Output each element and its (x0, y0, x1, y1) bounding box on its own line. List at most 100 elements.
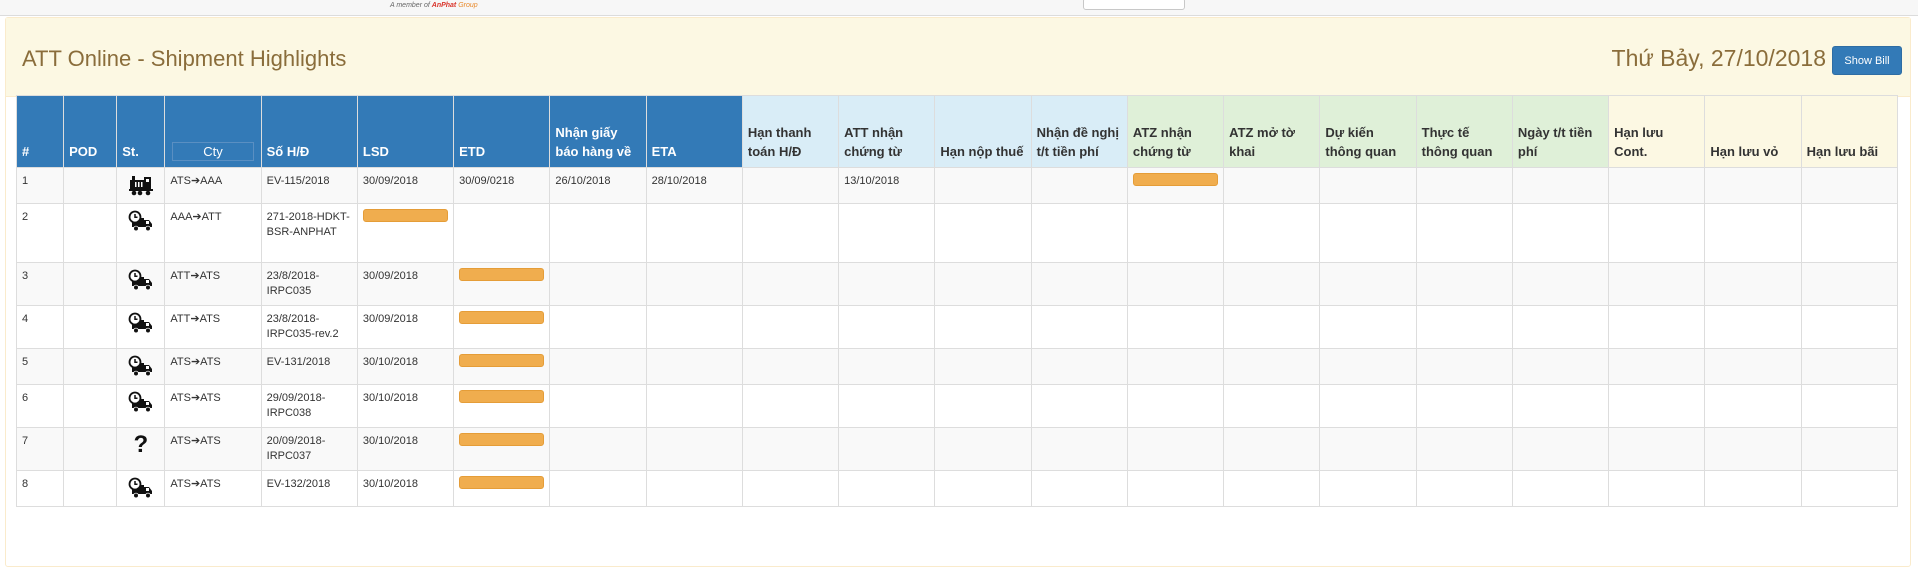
cell-value: EV-115/2018 (266, 175, 330, 187)
cell-han-cont (1608, 427, 1706, 471)
table-row[interactable]: 8 ATS➔ATS EV-132/2018 30/10/2018 (15, 470, 1899, 507)
cell-cty: AAA➔ATT (164, 203, 262, 263)
cell-du-kien (1319, 167, 1417, 204)
column-header-lsd[interactable]: LSD (356, 95, 455, 168)
cell-thuc-te (1415, 427, 1513, 471)
cell-thuc-te (1415, 470, 1513, 507)
show-bill-button[interactable]: Show Bill (1832, 46, 1902, 75)
cell-thuc-te (1415, 262, 1513, 306)
status-cell (116, 203, 166, 263)
cell-value: 30/10/2018 (362, 392, 418, 404)
cell-atz-mo (1223, 427, 1321, 471)
table-row[interactable]: 3 ATT➔ATS 23/8/2018-IRPC035 30/09/2018 (15, 262, 1899, 306)
cell-nhan-de-nghi (1030, 470, 1128, 507)
cell-han-nop (934, 470, 1032, 507)
column-header-etd[interactable]: ETD (453, 95, 551, 168)
cell-han-vo (1704, 427, 1802, 471)
table-row[interactable]: 4 ATT➔ATS 23/8/2018-IRPC035-rev.2 30/09/201… (15, 305, 1899, 349)
pending-bar (459, 311, 545, 324)
cell-han-vo (1704, 167, 1802, 204)
cell-value: 30/10/2018 (362, 356, 418, 368)
column-header-atz-nhan[interactable]: ATZ nhận chứng từ (1126, 95, 1225, 168)
table-row[interactable]: 5 ATS➔ATS EV-131/2018 30/10/2018 (15, 348, 1899, 385)
cell-no: 5 (15, 348, 65, 385)
cell-thuc-te (1415, 348, 1513, 385)
cell-cty: ATT➔ATS (164, 262, 262, 306)
column-header-pod[interactable]: POD (63, 95, 118, 168)
column-header-han-cont[interactable]: Hạn lưu Cont. (1608, 95, 1706, 168)
column-header-so-hd[interactable]: Số H/Đ (260, 95, 358, 168)
column-header-label: ATT nhận chứng từ (844, 125, 904, 159)
truck-clock-icon (122, 391, 159, 413)
cell-du-kien (1319, 470, 1417, 507)
table-row[interactable]: 2 AAA➔ATT 271-2018-HDKT-BSR-ANPHAT (15, 203, 1899, 263)
cell-att-nhan (838, 262, 936, 306)
column-header-no[interactable]: # (15, 95, 65, 168)
truck-clock-icon (122, 210, 159, 232)
cell-value: 26/10/2018 (555, 175, 611, 187)
column-header-han-nop[interactable]: Hạn nộp thuế (934, 95, 1032, 168)
cell-no: 2 (15, 203, 65, 263)
cell-ngay-tt (1511, 348, 1610, 385)
cell-cty: ATS➔ATS (164, 470, 262, 507)
tagline-prefix: A member of (390, 2, 432, 9)
cty-filter-label[interactable]: Cty (172, 142, 254, 161)
cell-atz-mo (1223, 384, 1321, 428)
column-header-ngay-tt[interactable]: Ngày t/t tiền phí (1511, 95, 1610, 168)
cell-so-hd: EV-115/2018 (260, 167, 358, 204)
top-search-input[interactable] (1083, 0, 1185, 10)
table-row[interactable]: 6 ATS➔ATS 29/09/2018-IRPC038 30/10/2018 (15, 384, 1899, 428)
cell-etd (453, 203, 551, 263)
column-header-label: Số H/Đ (266, 144, 310, 159)
truck-clock-icon (122, 477, 159, 499)
cell-nhan-giay (549, 203, 647, 263)
cell-atz-mo (1223, 348, 1321, 385)
cell-no: 1 (15, 167, 65, 204)
cell-han-nop (934, 384, 1032, 428)
cell-han-cont (1608, 470, 1706, 507)
column-header-han-vo[interactable]: Hạn lưu vỏ (1704, 95, 1802, 168)
cell-nhan-de-nghi (1030, 262, 1128, 306)
cell-eta (645, 348, 743, 385)
column-header-han-bai[interactable]: Hạn lưu bãi (1800, 95, 1899, 168)
cell-atz-nhan (1126, 384, 1225, 428)
column-header-att-nhan[interactable]: ATT nhận chứng từ (838, 95, 936, 168)
cell-value: 5 (22, 356, 29, 368)
column-header-eta[interactable]: ETA (645, 95, 743, 168)
cell-atz-nhan (1126, 348, 1225, 385)
cell-han-bai (1800, 348, 1899, 385)
cell-lsd: 30/09/2018 (356, 262, 455, 306)
cell-ngay-tt (1511, 203, 1610, 263)
column-header-atz-mo[interactable]: ATZ mở tờ khai (1223, 95, 1321, 168)
table-row[interactable]: 7? ATS➔ATS 20/09/2018-IRPC037 30/10/2018 (15, 427, 1899, 471)
column-header-du-kien[interactable]: Dự kiến thông quan (1319, 95, 1417, 168)
column-header-nhan-giay[interactable]: Nhận giấy báo hàng về (549, 95, 647, 168)
column-header-label: St. (122, 144, 139, 159)
column-header-cty[interactable]: Cty (164, 95, 262, 168)
cell-han-nop (934, 305, 1032, 349)
cell-eta (645, 427, 743, 471)
pending-bar (1132, 173, 1219, 186)
column-header-label: Hạn thanh toán H/Đ (747, 125, 812, 159)
column-header-label: Thực tế thông quan (1421, 125, 1493, 159)
cell-value: ATT➔ATS (170, 270, 221, 282)
cell-cty: ATS➔AAA (164, 167, 262, 204)
pending-bar (459, 390, 545, 403)
cell-atz-nhan (1126, 262, 1225, 306)
column-header-nhan-de-nghi[interactable]: Nhận đề nghị t/t tiền phí (1030, 95, 1128, 168)
cell-value: 30/10/2018 (362, 478, 418, 490)
column-header-label: # (22, 144, 30, 159)
cell-so-hd: 29/09/2018-IRPC038 (260, 384, 358, 428)
cell-thuc-te (1415, 203, 1513, 263)
cell-han-vo (1704, 384, 1802, 428)
cell-han-cont (1608, 167, 1706, 204)
cell-value: 7 (22, 435, 29, 447)
status-cell (116, 470, 166, 507)
table-row[interactable]: 1 ATS➔AAA EV-115/2018 30/09/2018 30/09/0218 2… (15, 167, 1899, 204)
column-header-st[interactable]: St. (116, 95, 166, 168)
cell-nhan-de-nghi (1030, 427, 1128, 471)
cell-value: 13/10/2018 (844, 175, 900, 187)
column-header-thuc-te[interactable]: Thực tế thông quan (1415, 95, 1513, 168)
column-header-han-tt[interactable]: Hạn thanh toán H/Đ (741, 95, 840, 168)
cell-no: 7 (15, 427, 65, 471)
